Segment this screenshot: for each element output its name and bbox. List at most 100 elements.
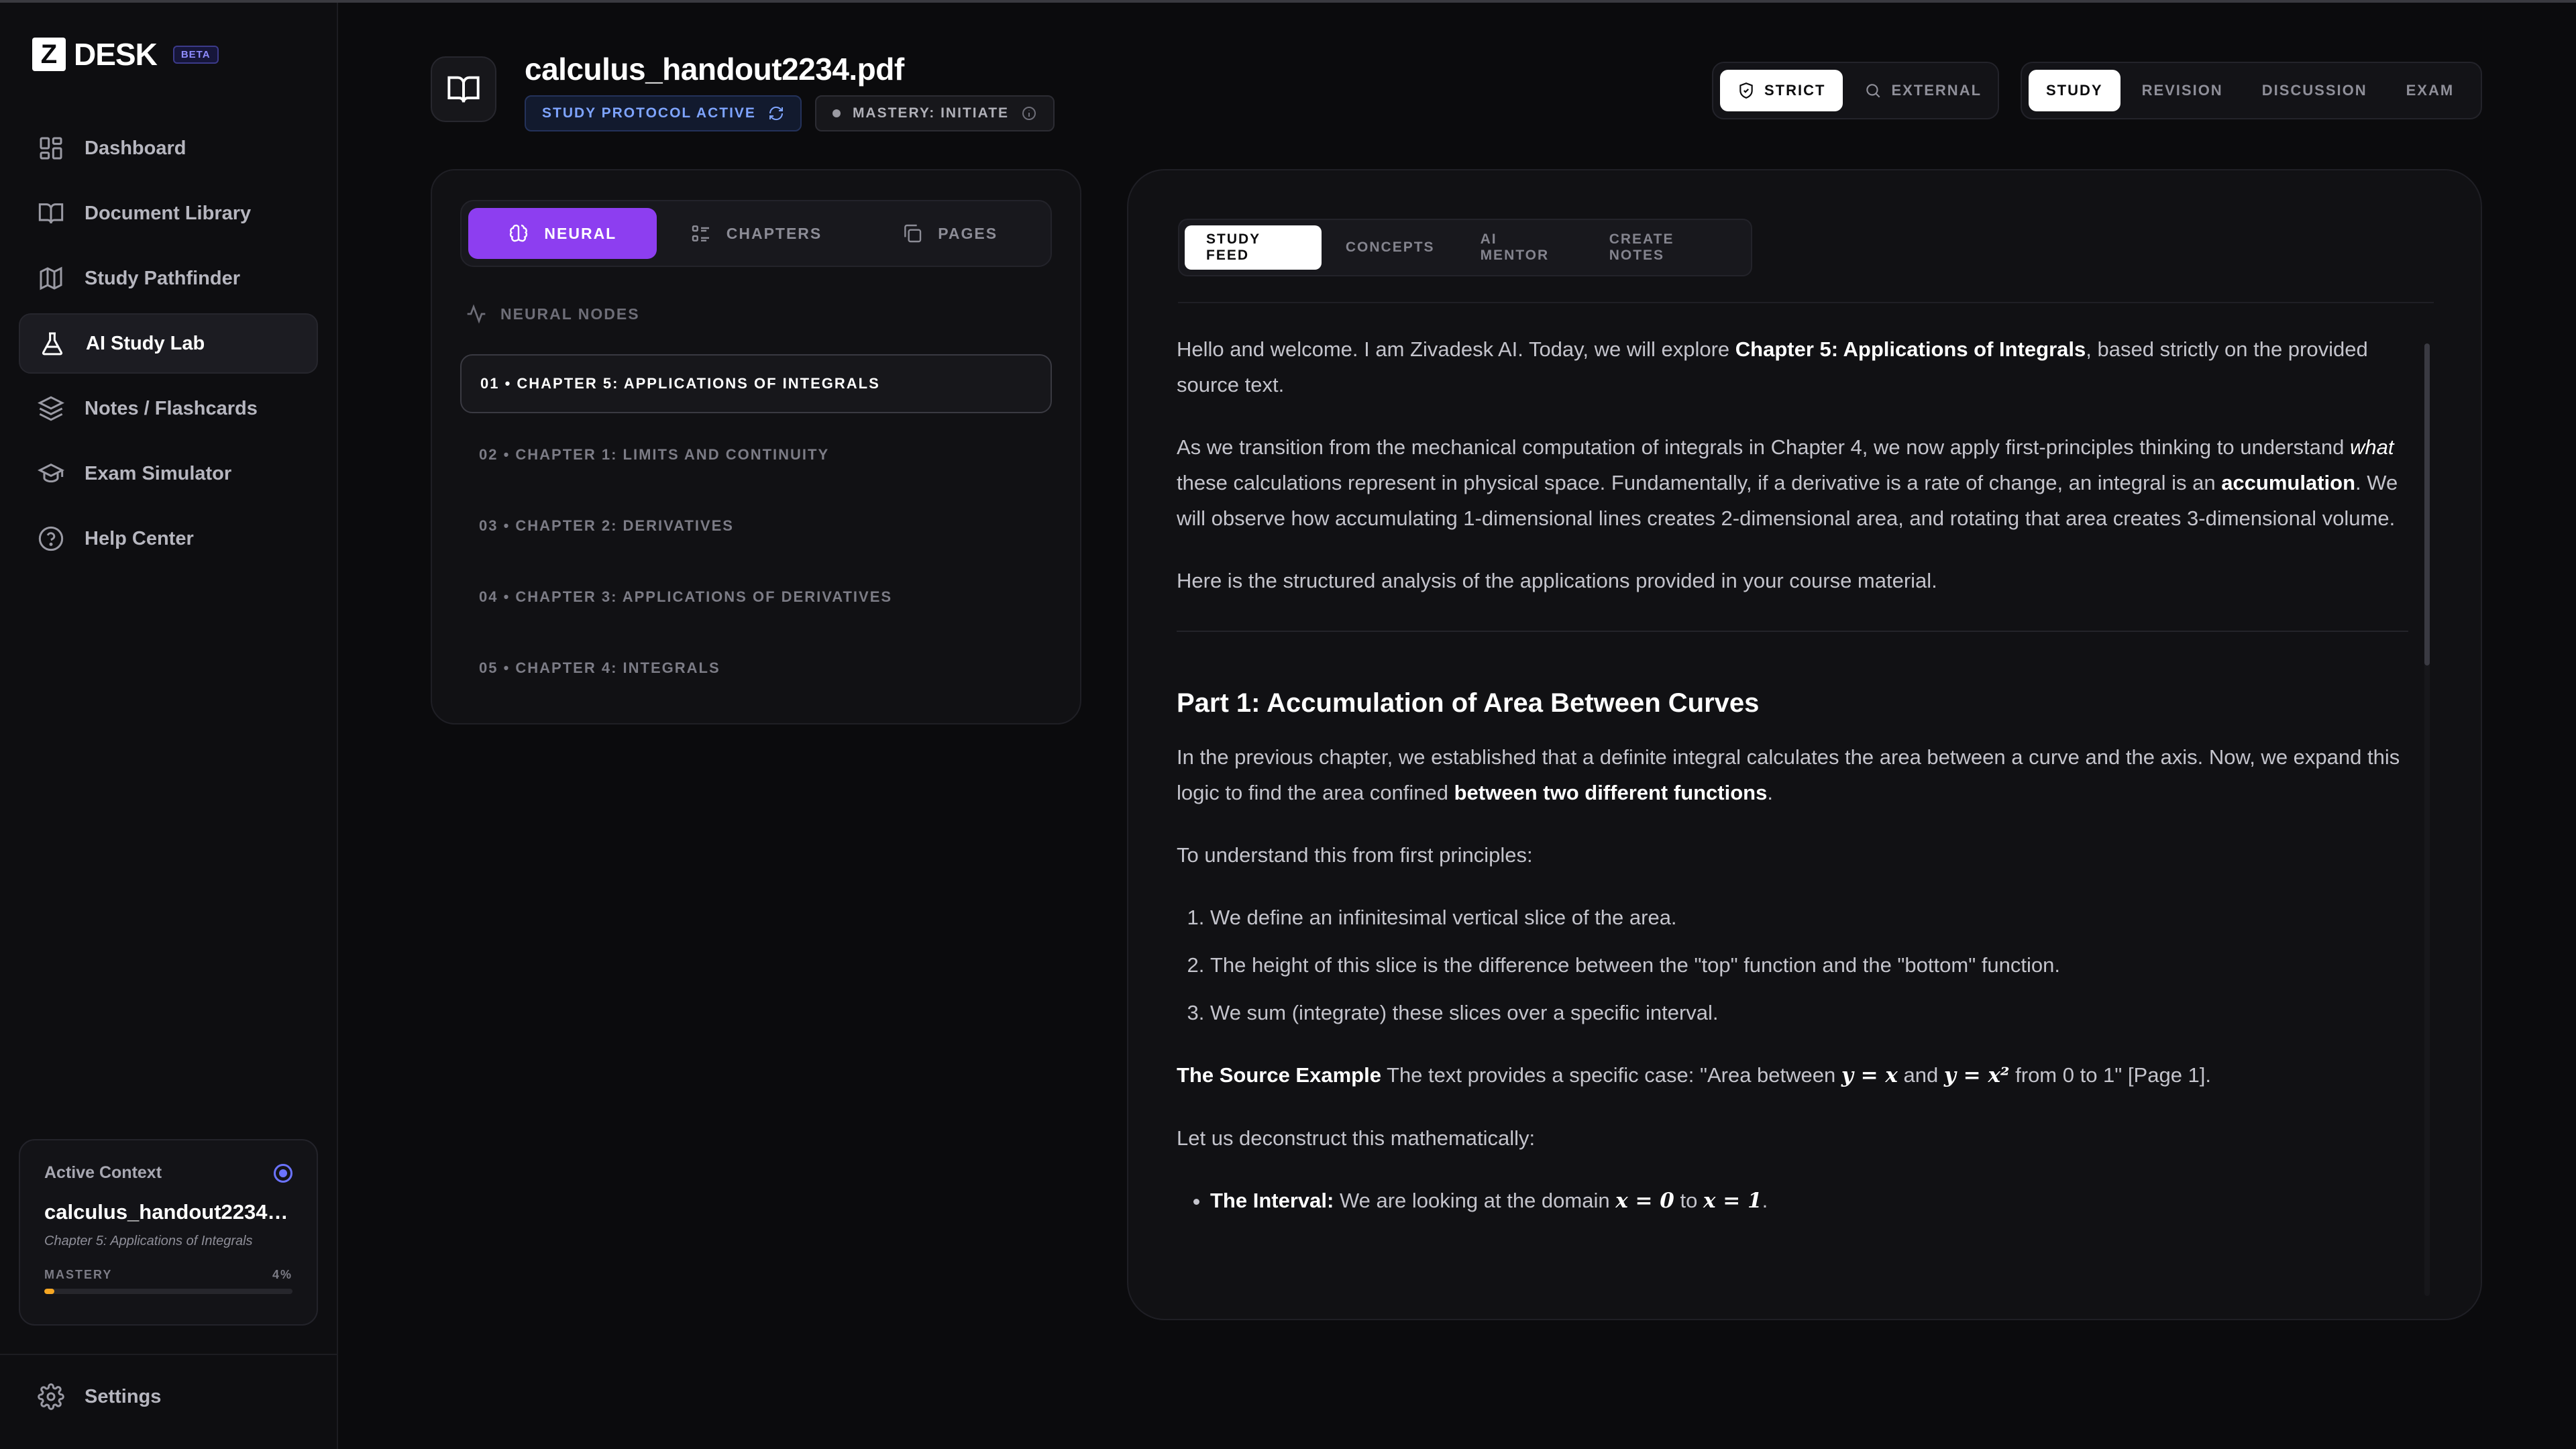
feed-tabs: STUDY FEED CONCEPTS AI MENTOR CREATE NOT… [1178,219,1752,276]
sidebar-item-document-library[interactable]: Document Library [19,183,318,244]
mastery-value: 4% [272,1268,292,1281]
gear-icon [38,1383,64,1410]
sidebar-item-label: Dashboard [85,137,186,159]
study-protocol-badge[interactable]: STUDY PROTOCOL ACTIVE [525,95,802,131]
active-context-chapter: Chapter 5: Applications of Integrals [44,1234,253,1248]
list-item: The Interval: We are looking at the doma… [1210,1183,2408,1219]
list-item[interactable]: 02 • CHAPTER 1: LIMITS AND CONTINUITY [460,425,1052,484]
study-feed-panel: STUDY FEED CONCEPTS AI MENTOR CREATE NOT… [1127,169,2482,1320]
neural-nodes-heading: NEURAL NODES [466,303,640,325]
transition-paragraph: As we transition from the mechanical com… [1177,435,2398,530]
sidebar-item-exam-simulator[interactable]: Exam Simulator [19,443,318,504]
external-mode-button[interactable]: EXTERNAL [1847,70,1999,111]
settings-button[interactable]: Settings [38,1383,161,1410]
study-protocol-label: STUDY PROTOCOL ACTIVE [542,105,756,121]
list-item: We define an infinitesimal vertical slic… [1210,900,2408,935]
active-context-heading: Active Context [44,1163,162,1182]
logo-text: DESK [74,37,158,72]
section-paragraph: In the previous chapter, we established … [1177,745,2400,804]
book-open-icon [447,76,480,103]
list-item: We sum (integrate) these slices over a s… [1210,995,2408,1030]
brain-icon [510,224,528,242]
tab-create-notes[interactable]: CREATE NOTES [1588,225,1746,270]
strict-mode-button[interactable]: STRICT [1720,70,1843,111]
sidebar-item-ai-study-lab[interactable]: AI Study Lab [19,313,318,374]
active-context-card[interactable]: Active Context calculus_handout2234.pdf … [19,1139,318,1326]
beta-badge: BETA [172,45,219,64]
sidebar-divider [0,1354,338,1355]
page-title: calculus_handout2234.pdf [525,52,904,87]
book-open-icon [38,203,64,224]
status-badges: STUDY PROTOCOL ACTIVE MASTERY: INITIATE [525,95,1055,131]
tab-neural-label: NEURAL [544,224,617,242]
tab-chapters[interactable]: CHAPTERS [662,208,851,259]
dashboard-icon [40,137,62,160]
list-item[interactable]: 05 • CHAPTER 4: INTEGRALS [460,639,1052,698]
external-mode-label: EXTERNAL [1891,82,1982,99]
list-item[interactable]: 04 • CHAPTER 3: APPLICATIONS OF DERIVATI… [460,568,1052,627]
section-divider [1177,631,2408,632]
tab-study-feed[interactable]: STUDY FEED [1185,225,1322,270]
sidebar-nav: Dashboard Document Library Study Pathfin… [19,118,318,574]
tab-study[interactable]: STUDY [2029,70,2121,111]
sidebar-item-study-pathfinder[interactable]: Study Pathfinder [19,248,318,309]
copy-icon [904,224,922,243]
info-icon[interactable] [1021,105,1037,121]
sidebar-item-label: Document Library [85,202,252,224]
flask-icon [42,332,63,356]
overview-paragraph: Here is the structured analysis of the a… [1177,569,1937,592]
sidebar-item-label: AI Study Lab [86,332,205,354]
mastery-badge: MASTERY: INITIATE [814,95,1055,131]
study-mode-tabs: STUDY REVISION DISCUSSION EXAM [2021,62,2482,119]
tab-pages[interactable]: PAGES [855,208,1044,259]
sidebar: Z DESK BETA Dashboard Document Library S… [0,3,338,1449]
feed-scrollbar-thumb[interactable] [2424,343,2430,665]
tab-chapters-label: CHAPTERS [726,224,822,242]
status-dot [832,109,841,117]
feed-divider [1178,302,2434,303]
sidebar-item-notes-flashcards[interactable]: Notes / Flashcards [19,378,318,439]
search-icon [1866,84,1880,98]
tab-exam[interactable]: EXAM [2389,70,2472,111]
sidebar-item-dashboard[interactable]: Dashboard [19,118,318,178]
layers-icon [38,396,64,421]
tab-neural[interactable]: NEURAL [468,208,657,259]
mastery-label: MASTERY [44,1268,113,1281]
shield-icon [1739,83,1753,99]
tab-ai-mentor[interactable]: AI MENTOR [1459,225,1585,270]
graduation-cap-icon [38,463,64,483]
active-context-file: calculus_handout2234.pdf [44,1200,292,1224]
sidebar-item-label: Study Pathfinder [85,267,241,289]
document-icon-tile [431,56,496,122]
list-icon [692,225,709,241]
study-feed-content[interactable]: Hello and welcome. I am Zivadesk AI. Tod… [1177,331,2408,1284]
tab-discussion[interactable]: DISCUSSION [2245,70,2385,111]
target-icon [274,1163,292,1183]
deconstruct-paragraph: Let us deconstruct this mathematically: [1177,1126,1536,1150]
app-logo[interactable]: Z DESK BETA [32,36,219,72]
list-item[interactable]: 01 • CHAPTER 5: APPLICATIONS OF INTEGRAL… [460,354,1052,413]
tab-concepts[interactable]: CONCEPTS [1324,225,1456,270]
navigation-panel: NEURAL CHAPTERS PAGES NEURAL NODES 01 • … [431,169,1081,724]
navigation-view-tabs: NEURAL CHAPTERS PAGES [460,200,1052,267]
steps-list: We define an infinitesimal vertical slic… [1210,900,2408,1030]
mastery-badge-label: MASTERY: INITIATE [852,105,1010,121]
sidebar-item-label: Help Center [85,527,194,549]
list-item: The height of this slice is the differen… [1210,947,2408,983]
source-example-paragraph: The Source Example The text provides a s… [1177,1063,2212,1087]
tab-revision[interactable]: REVISION [2125,70,2241,111]
sidebar-item-label: Notes / Flashcards [85,397,258,419]
sidebar-item-label: Exam Simulator [85,462,232,484]
section-heading: Part 1: Accumulation of Area Between Cur… [1177,688,1760,718]
window-top-edge [0,0,2576,3]
source-mode-toggle: STRICT EXTERNAL [1712,62,1999,119]
strict-mode-label: STRICT [1764,82,1826,99]
feed-scrollbar[interactable] [2424,343,2430,1296]
mastery-progress-bar [44,1289,292,1294]
list-item[interactable]: 03 • CHAPTER 2: DERIVATIVES [460,496,1052,555]
activity-icon [467,304,486,324]
sidebar-item-help-center[interactable]: Help Center [19,508,318,569]
bullet-list: The Interval: We are looking at the doma… [1210,1183,2408,1219]
logo-mark: Z [32,38,66,71]
refresh-icon[interactable] [768,105,784,121]
